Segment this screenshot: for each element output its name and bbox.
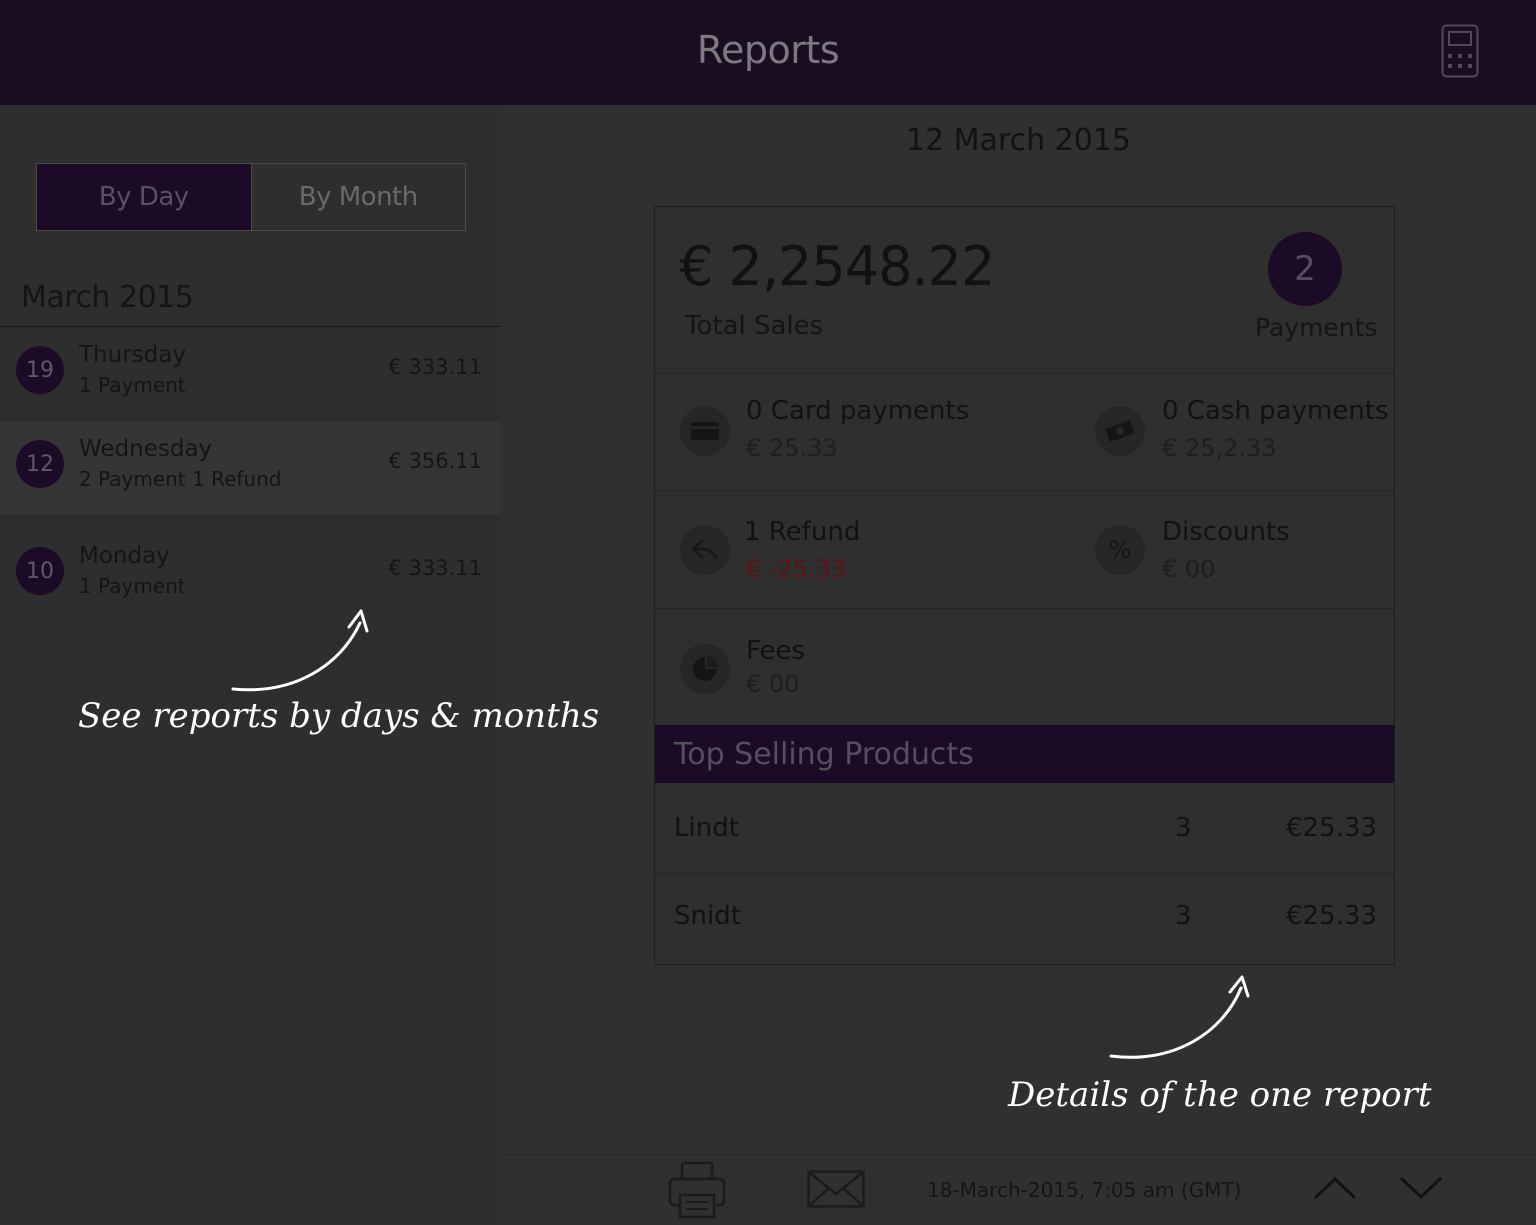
report-card: € 2,2548.22 Total Sales 2 Payments 0 Car… bbox=[654, 206, 1395, 965]
divider bbox=[655, 873, 1394, 874]
day-row-19[interactable]: 19 Thursday 1 Payment € 333.11 bbox=[0, 327, 501, 421]
card-reader-icon[interactable] bbox=[1441, 24, 1479, 78]
product-qty: 3 bbox=[1175, 901, 1192, 931]
date-badge: 19 bbox=[16, 346, 64, 394]
card-payments-title: 0 Card payments bbox=[746, 396, 970, 426]
cash-icon bbox=[1095, 406, 1145, 456]
divider bbox=[655, 490, 1394, 491]
refund-value: € -25.33 bbox=[746, 555, 847, 583]
credit-card-icon bbox=[680, 406, 730, 456]
divider bbox=[655, 608, 1394, 609]
cash-payments-value: € 25,2.33 bbox=[1162, 434, 1277, 462]
total-sales-amount: € 2,2548.22 bbox=[679, 235, 995, 298]
pie-chart-icon bbox=[680, 644, 730, 694]
product-price: €25.33 bbox=[1286, 813, 1377, 843]
day-summary: 2 Payment 1 Refund bbox=[79, 467, 282, 491]
annotation-arrow-right bbox=[1109, 975, 1250, 1059]
page-title: Reports bbox=[696, 28, 840, 72]
report-timestamp: 18-March-2015, 7:05 am (GMT) bbox=[927, 1178, 1242, 1202]
cash-payments-title: 0 Cash payments bbox=[1162, 396, 1389, 426]
annotation-days-months: See reports by days & months bbox=[78, 696, 600, 736]
fees-title: Fees bbox=[746, 636, 806, 666]
top-bar: Reports bbox=[0, 0, 1536, 105]
period-toggle: By Day By Month bbox=[36, 163, 466, 231]
day-summary: 1 Payment bbox=[79, 373, 186, 397]
product-name: Snidt bbox=[674, 901, 741, 931]
day-row-12[interactable]: 12 Wednesday 2 Payment 1 Refund € 356.11 bbox=[0, 421, 501, 515]
payments-label: Payments bbox=[1255, 313, 1378, 342]
discounts-title: Discounts bbox=[1162, 517, 1290, 547]
envelope-icon[interactable] bbox=[807, 1170, 865, 1208]
percent-icon: % bbox=[1095, 525, 1145, 575]
day-summary: 1 Payment bbox=[79, 574, 186, 598]
day-row-10[interactable]: 10 Monday 1 Payment € 333.11 bbox=[0, 515, 501, 619]
product-qty: 3 bbox=[1175, 813, 1192, 843]
date-badge: 12 bbox=[16, 440, 64, 488]
weekday-label: Monday bbox=[79, 543, 170, 569]
day-amount: € 333.11 bbox=[388, 355, 482, 379]
weekday-label: Thursday bbox=[79, 342, 186, 368]
chevron-up-icon[interactable] bbox=[1313, 1175, 1357, 1201]
bottom-toolbar: 18-March-2015, 7:05 am (GMT) bbox=[501, 1154, 1536, 1225]
annotation-report-details: Details of the one report bbox=[1008, 1075, 1432, 1115]
top-selling-title: Top Selling Products bbox=[674, 737, 974, 772]
day-list: 19 Thursday 1 Payment € 333.11 12 Wednes… bbox=[0, 327, 501, 619]
date-badge: 10 bbox=[16, 547, 64, 595]
product-price: €25.33 bbox=[1286, 901, 1377, 931]
discounts-value: € 00 bbox=[1162, 555, 1216, 583]
top-selling-header: Top Selling Products bbox=[655, 725, 1394, 783]
chevron-down-icon[interactable] bbox=[1399, 1175, 1443, 1201]
divider bbox=[655, 373, 1394, 374]
printer-icon[interactable] bbox=[668, 1161, 726, 1219]
by-day-tab[interactable]: By Day bbox=[37, 164, 251, 230]
report-date: 12 March 2015 bbox=[905, 123, 1132, 158]
month-heading: March 2015 bbox=[21, 280, 194, 315]
card-payments-value: € 25.33 bbox=[746, 434, 838, 462]
weekday-label: Wednesday bbox=[79, 436, 213, 462]
fees-value: € 00 bbox=[746, 670, 800, 698]
refund-arrow-icon bbox=[680, 525, 730, 575]
product-name: Lindt bbox=[674, 813, 739, 843]
annotation-arrow-left bbox=[231, 609, 369, 692]
day-amount: € 356.11 bbox=[388, 449, 482, 473]
by-month-tab[interactable]: By Month bbox=[250, 164, 466, 230]
refund-title: 1 Refund bbox=[744, 517, 861, 547]
payments-count-badge: 2 bbox=[1268, 232, 1342, 306]
day-amount: € 333.11 bbox=[388, 556, 482, 580]
total-sales-label: Total Sales bbox=[685, 311, 824, 341]
